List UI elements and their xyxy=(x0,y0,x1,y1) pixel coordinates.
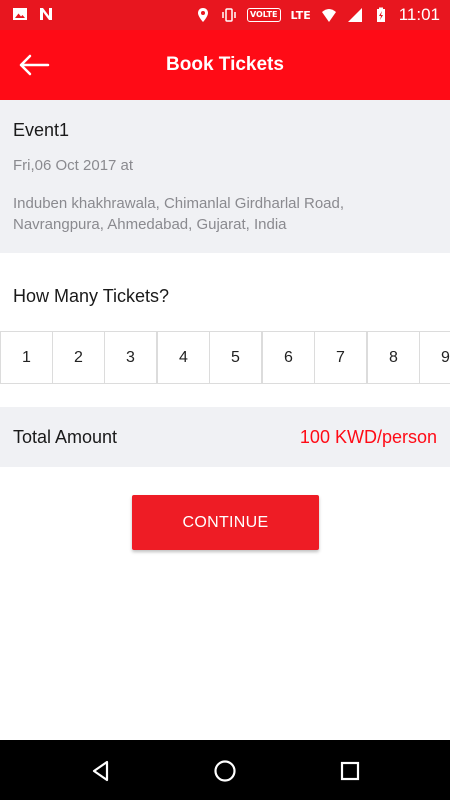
continue-button[interactable]: CONTINUE xyxy=(132,495,319,550)
vibrate-icon xyxy=(222,8,236,22)
image-icon xyxy=(13,8,27,20)
ticket-option[interactable]: 8 xyxy=(367,331,420,384)
event-address: Induben khakhrawala, Chimanlal Girdharla… xyxy=(13,195,345,233)
wifi-icon xyxy=(321,9,336,22)
home-circle-icon[interactable] xyxy=(212,758,238,784)
location-icon xyxy=(197,8,208,22)
total-amount-bar: Total Amount 100 KWD/person xyxy=(0,407,450,467)
total-amount-label: Total Amount xyxy=(13,427,118,447)
status-bar: VOLTE LTE 11:01 xyxy=(0,0,450,30)
ticket-quantity-selector: 1 2 3 4 5 6 7 8 9 xyxy=(0,331,450,384)
ticket-option[interactable]: 1 xyxy=(0,331,53,384)
ticket-option[interactable]: 6 xyxy=(262,331,315,384)
battery-charging-icon xyxy=(376,7,385,22)
ticket-option[interactable]: 2 xyxy=(52,331,105,384)
tickets-heading: How Many Tickets? xyxy=(13,286,170,306)
volte-badge: VOLTE xyxy=(246,8,281,22)
ticket-option[interactable]: 4 xyxy=(157,331,210,384)
ticket-option[interactable]: 9 xyxy=(419,331,450,384)
event-date: Fri,06 Oct 2017 at xyxy=(13,157,134,174)
ticket-option[interactable]: 7 xyxy=(314,331,367,384)
system-nav-bar xyxy=(0,740,450,800)
page-title: Book Tickets xyxy=(166,54,284,75)
lte-indicator: LTE xyxy=(290,8,311,22)
recents-square-icon[interactable] xyxy=(337,758,363,784)
n-app-icon xyxy=(40,8,52,20)
event-name: Event1 xyxy=(13,120,70,140)
ticket-option[interactable]: 5 xyxy=(209,331,262,384)
clock: 11:01 xyxy=(398,5,440,24)
ticket-option[interactable]: 3 xyxy=(104,331,157,384)
signal-icon xyxy=(347,8,362,22)
app-bar: Book Tickets xyxy=(0,30,450,100)
back-triangle-icon[interactable] xyxy=(88,758,114,784)
total-amount-value: 100 KWD/person xyxy=(299,427,437,447)
event-info-section: Event1 Fri,06 Oct 2017 at Induben khakhr… xyxy=(0,100,450,253)
